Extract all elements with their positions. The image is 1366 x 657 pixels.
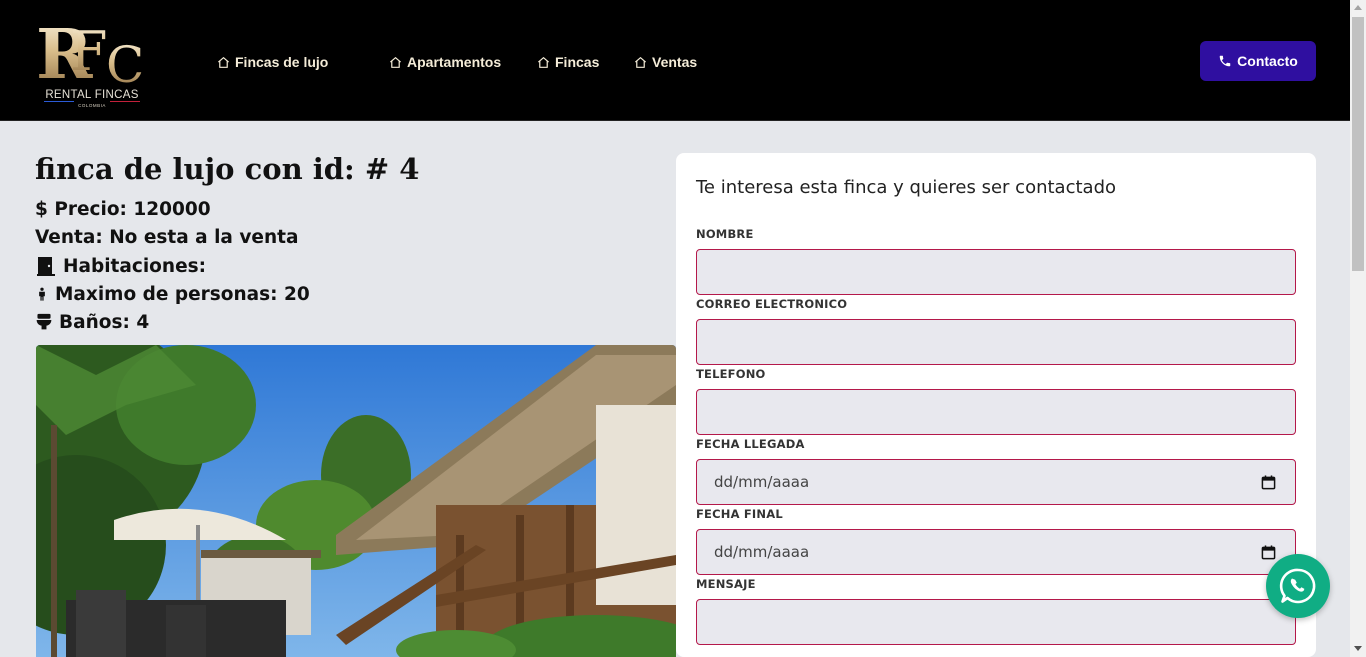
property-sale-status: Venta: No esta a la venta xyxy=(35,227,298,248)
home-icon xyxy=(635,56,646,68)
contact-form-card: Te interesa esta finca y quieres ser con… xyxy=(676,153,1316,657)
scrollbar-thumb[interactable] xyxy=(1352,17,1364,271)
message-label: MENSAJE xyxy=(696,577,756,591)
name-input[interactable] xyxy=(696,249,1296,295)
whatsapp-button[interactable] xyxy=(1266,554,1330,618)
property-max-people: Maximo de personas: 20 xyxy=(35,283,310,305)
whatsapp-icon xyxy=(1279,568,1316,604)
end-date-input[interactable]: dd/mm/aaaa xyxy=(696,529,1296,575)
property-photo xyxy=(36,345,676,657)
form-title: Te interesa esta finca y quieres ser con… xyxy=(696,177,1117,198)
toilet-icon xyxy=(36,313,52,330)
calendar-icon[interactable] xyxy=(1261,475,1276,490)
logo-mark-icon: R F C xyxy=(36,15,144,90)
logo-divider xyxy=(110,101,140,102)
price-text: $ Precio: 120000 xyxy=(35,199,211,220)
navbar: R F C RENTAL FINCAS COLOMBIA Fincas de l… xyxy=(0,0,1350,121)
person-icon xyxy=(39,287,45,301)
property-image xyxy=(36,345,676,657)
end-date-label: FECHA FINAL xyxy=(696,507,783,521)
nav-item-label: Fincas de lujo xyxy=(235,54,329,70)
phone-input[interactable] xyxy=(696,389,1296,435)
nav-item-apartamentos[interactable]: Apartamentos xyxy=(389,52,501,72)
nav-item-label: Ventas xyxy=(652,54,698,70)
end-date-placeholder: dd/mm/aaaa xyxy=(714,543,810,561)
contact-button-label: Contacto xyxy=(1237,53,1298,69)
arrival-date-placeholder: dd/mm/aaaa xyxy=(714,473,810,491)
logo-divider xyxy=(44,101,74,102)
message-input[interactable] xyxy=(696,599,1296,645)
max-people-text: Maximo de personas: 20 xyxy=(55,283,310,305)
email-label: CORREO ELECTRONICO xyxy=(696,297,848,311)
home-icon xyxy=(538,56,549,68)
property-title: finca de lujo con id: # 4 xyxy=(35,152,420,186)
arrival-date-label: FECHA LLEGADA xyxy=(696,437,805,451)
sale-text: Venta: No esta a la venta xyxy=(35,227,299,248)
brand-name: RENTAL FINCAS xyxy=(45,89,139,101)
phone-label: TELEFONO xyxy=(696,367,766,381)
home-icon xyxy=(390,56,401,68)
property-rooms: Habitaciones: xyxy=(35,255,206,277)
property-price: $ Precio: 120000 xyxy=(35,199,211,220)
baths-text: Baños: 4 xyxy=(59,311,150,333)
home-icon xyxy=(218,56,229,68)
svg-text:C: C xyxy=(106,36,144,90)
email-input[interactable] xyxy=(696,319,1296,365)
nav-item-fincas[interactable]: Fincas xyxy=(537,52,599,72)
svg-text:F: F xyxy=(70,20,107,83)
door-icon xyxy=(37,257,55,276)
nav-item-label: Fincas xyxy=(555,54,600,70)
nav-item-fincas-de-lujo[interactable]: Fincas de lujo xyxy=(217,52,328,72)
name-label: NOMBRE xyxy=(696,227,754,241)
phone-icon xyxy=(1219,55,1231,67)
scroll-up-arrow-icon[interactable] xyxy=(1354,5,1362,10)
calendar-icon[interactable] xyxy=(1261,545,1276,560)
arrival-date-input[interactable]: dd/mm/aaaa xyxy=(696,459,1296,505)
rooms-text: Habitaciones: xyxy=(63,255,207,277)
scroll-down-arrow-icon[interactable] xyxy=(1354,646,1362,651)
contact-button[interactable]: Contacto xyxy=(1200,41,1316,81)
property-baths: Baños: 4 xyxy=(35,311,149,333)
nav-item-ventas[interactable]: Ventas xyxy=(634,52,697,72)
nav-item-label: Apartamentos xyxy=(407,54,502,70)
brand-country: COLOMBIA xyxy=(78,103,106,108)
brand-logo[interactable]: R F C RENTAL FINCAS COLOMBIA xyxy=(36,12,148,110)
